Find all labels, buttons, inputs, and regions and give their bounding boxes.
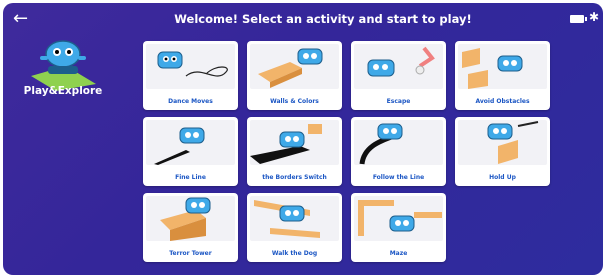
activity-label: Walls & Colors [270, 98, 319, 105]
activity-card-walls-colors[interactable]: Walls & Colors [247, 41, 342, 110]
app-screen: ← Welcome! Select an activity and start … [3, 3, 603, 275]
robot-tower-icon [146, 196, 235, 241]
activity-label: the Borders Switch [262, 174, 327, 181]
robot-wall-icon [250, 44, 339, 89]
activity-label: Dance Moves [168, 98, 213, 105]
activity-card-maze[interactable]: Maze [351, 193, 446, 262]
battery-icon [570, 15, 587, 23]
play-explore-label: Play&Explore [23, 85, 103, 97]
activity-label: Escape [386, 98, 411, 105]
activity-card-terror-tower[interactable]: Terror Tower [143, 193, 238, 262]
activity-label: Hold Up [489, 174, 516, 181]
page-title: Welcome! Select an activity and start to… [174, 12, 472, 26]
robot-walk-icon [250, 196, 339, 241]
robot-holdup-icon [458, 120, 547, 165]
activity-card-fine-line[interactable]: Fine Line [143, 117, 238, 186]
robot-dance-icon [146, 44, 235, 89]
bluetooth-icon: ✱ [589, 10, 600, 24]
activity-card-avoid-obstacles[interactable]: Avoid Obstacles [455, 41, 550, 110]
activity-card-follow-the-line[interactable]: Follow the Line [351, 117, 446, 186]
activity-card-hold-up[interactable]: Hold Up [455, 117, 550, 186]
activity-card-escape[interactable]: Escape [351, 41, 446, 110]
activity-card-borders-switch[interactable]: the Borders Switch [247, 117, 342, 186]
activity-label: Walk the Dog [271, 250, 318, 257]
robot-escape-icon [354, 44, 443, 89]
activity-card-walk-the-dog[interactable]: Walk the Dog [247, 193, 342, 262]
robot-follow-icon [354, 120, 443, 165]
robot-obstacles-icon [458, 44, 547, 89]
play-explore-robot-icon [31, 40, 96, 91]
robot-maze-icon [354, 196, 443, 241]
robot-borders-icon [250, 120, 339, 165]
activity-card-dance-moves[interactable]: Dance Moves [143, 41, 238, 110]
activity-label: Maze [389, 250, 408, 257]
activity-label: Avoid Obstacles [475, 98, 530, 105]
robot-line-icon [146, 120, 235, 165]
activity-label: Terror Tower [169, 250, 212, 257]
activity-label: Fine Line [175, 174, 206, 181]
activity-label: Follow the Line [372, 174, 425, 181]
back-arrow-icon[interactable]: ← [13, 9, 35, 29]
